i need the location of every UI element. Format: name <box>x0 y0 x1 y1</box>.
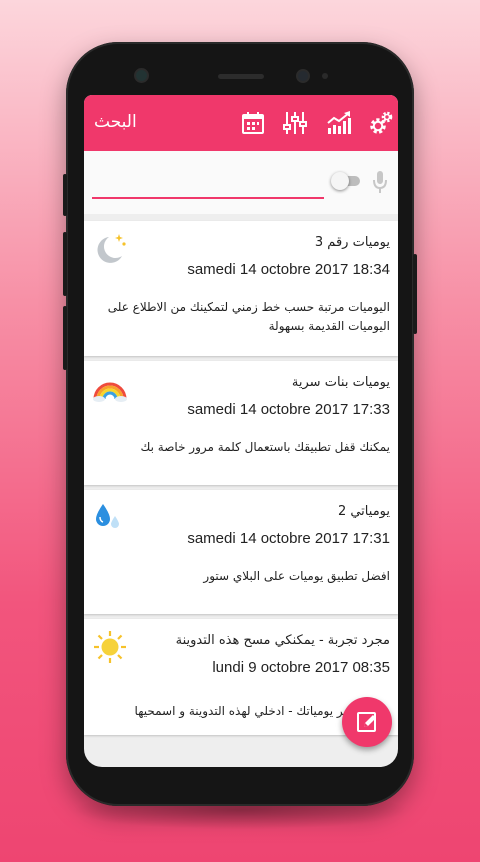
entry-body: يمكنك قفل تطبيقك باستعمال كلمة مرور خاصة… <box>140 440 390 454</box>
entry-body: افضل تطبيق يوميات على البلاي ستور <box>203 569 390 583</box>
entry-title: يومياتي 2 <box>337 504 390 519</box>
list-item[interactable]: يومياتي 2 samedi 14 octobre 2017 17:31 ا… <box>84 490 398 614</box>
app-screen: البحث Type or speak the subject. يوميات … <box>84 95 398 767</box>
volume-down-button <box>63 232 67 296</box>
voice-toggle[interactable] <box>331 172 362 190</box>
entry-date: lundi 9 octobre 2017 08:35 <box>212 659 390 676</box>
search-underline <box>92 197 324 199</box>
entry-body: اليوميات مرتبة حسب خط زمني لتمكينك من ال… <box>107 300 390 333</box>
sun-icon <box>92 629 128 665</box>
moon-stars-icon <box>92 231 128 267</box>
page-title: البحث <box>94 112 137 132</box>
entry-date: samedi 14 octobre 2017 17:31 <box>187 530 390 547</box>
entry-title: يوميات رقم 3 <box>314 235 390 250</box>
calendar-icon[interactable] <box>240 110 266 136</box>
entry-date: samedi 14 octobre 2017 18:34 <box>187 261 390 278</box>
raindrops-icon <box>92 500 128 536</box>
chart-icon[interactable] <box>326 110 352 136</box>
list-item[interactable]: يوميات رقم 3 samedi 14 octobre 2017 18:3… <box>84 221 398 356</box>
entry-date: samedi 14 octobre 2017 17:33 <box>187 401 390 418</box>
assistant-button <box>63 306 67 370</box>
settings-icon[interactable] <box>368 110 394 136</box>
power-button <box>413 254 417 334</box>
light-sensor <box>322 73 328 79</box>
rainbow-icon <box>92 371 128 407</box>
app-bar: البحث <box>84 95 398 151</box>
list-item[interactable]: يوميات بنات سرية samedi 14 octobre 2017 … <box>84 361 398 485</box>
front-camera <box>136 70 147 81</box>
edit-pencil-icon <box>357 712 376 732</box>
proximity-sensor <box>298 71 308 81</box>
search-bar <box>84 151 398 251</box>
volume-up-button <box>63 174 67 216</box>
toggle-knob <box>331 172 349 190</box>
equalizer-icon[interactable] <box>282 110 308 136</box>
earpiece-speaker <box>218 74 264 79</box>
entry-title: يوميات بنات سرية <box>291 375 390 390</box>
entry-title: مجرد تجربة - يمكنكي مسح هذه التدوينة <box>175 633 390 648</box>
microphone-icon[interactable] <box>372 169 388 195</box>
new-entry-button[interactable] <box>342 697 392 747</box>
